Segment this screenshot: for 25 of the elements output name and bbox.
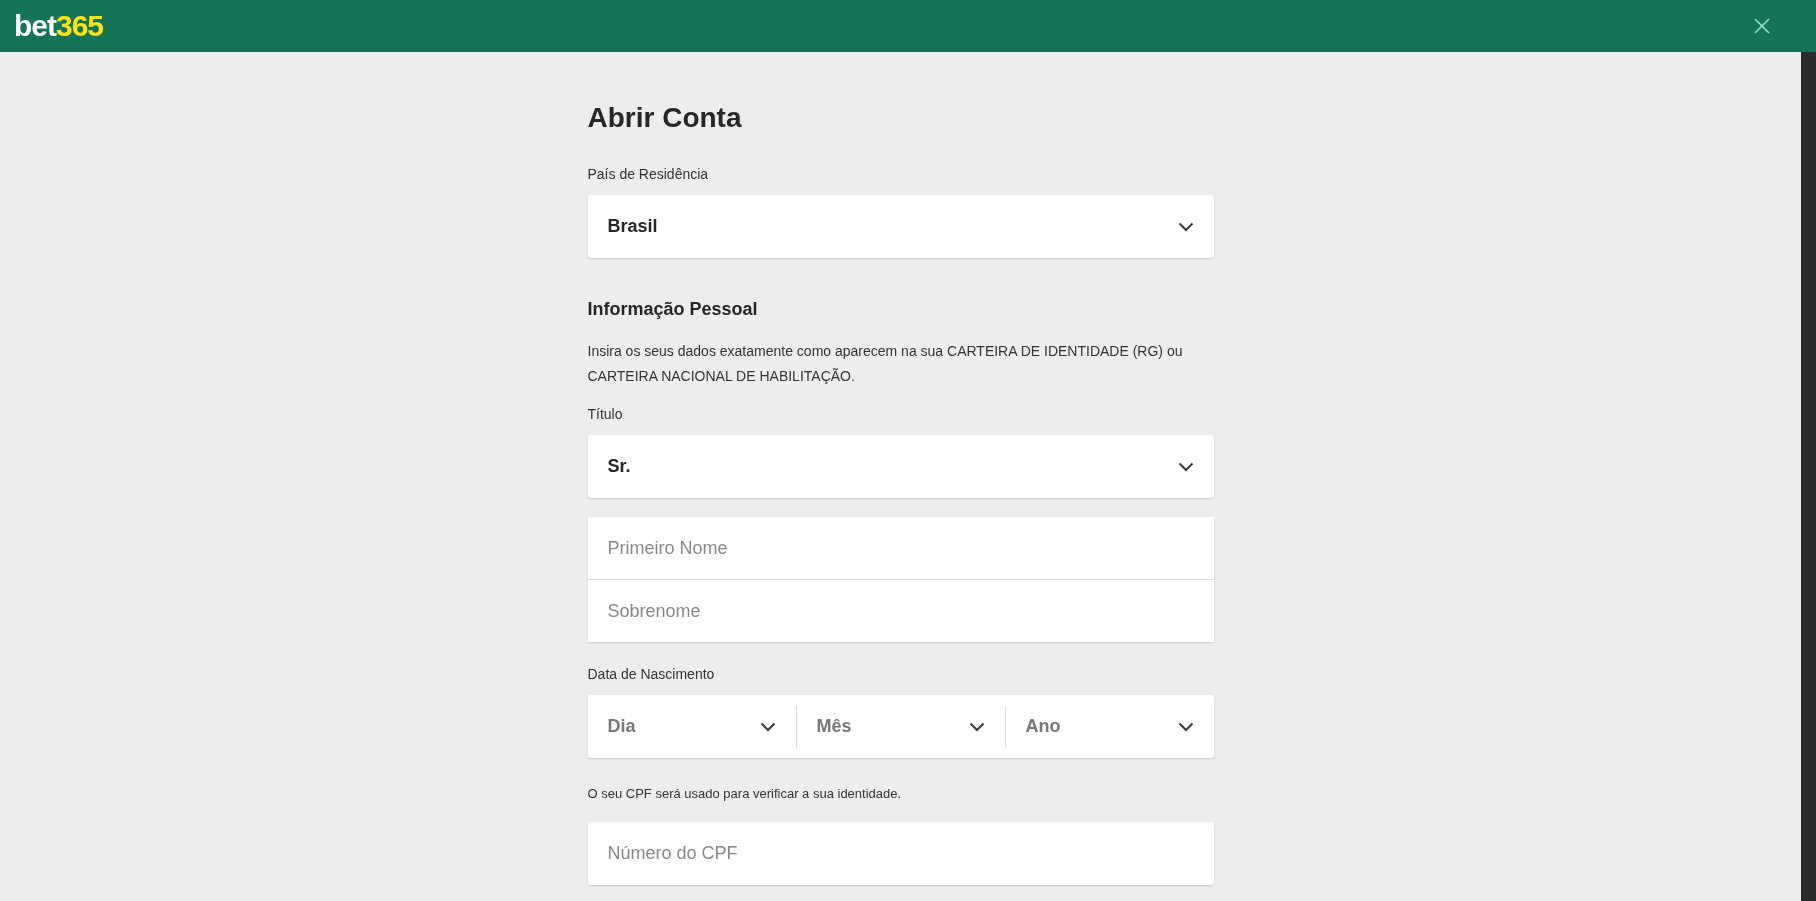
select-value: Brasil [607,215,658,238]
close-icon[interactable] [1754,18,1770,34]
intro-text: Insira os seus dados exatamente como aparecem na sua CARTEIRA DE IDENTIDADE (RG) ou CARTEIRA NACIONAL DE HABILITAÇÃO. [587,342,1184,386]
select-field[interactable]: Sr. [587,435,1214,498]
chevron-down-icon [968,721,985,732]
chevron-down-icon [1177,721,1194,732]
scrollbar[interactable] [1801,52,1816,901]
field-label: Data de Nascimento [587,665,716,684]
date-select[interactable]: Dia [587,705,796,748]
logo[interactable]: bet365 [14,11,104,41]
select-value: Sr. [607,455,631,478]
chevron-down-icon [759,721,776,732]
input-field[interactable]: Sobrenome [587,580,1214,642]
field-label: País de Residência [587,165,710,184]
input-field[interactable]: Primeiro Nome [587,517,1214,579]
cpf-note: O seu CPF será usado para verificar a sua identidade. [587,785,903,803]
chevron-down-icon [1177,461,1194,472]
field-label: Título [587,405,624,424]
date-select[interactable]: Ano [1005,705,1214,748]
select-field[interactable]: Brasil [587,195,1214,258]
page-title: Abrir Conta [587,102,743,134]
chevron-down-icon [1177,221,1194,232]
date-select[interactable]: Mês [796,705,1005,748]
section-heading: Informação Pessoal [587,298,759,321]
input-field[interactable]: Número do CPF [587,821,1214,885]
